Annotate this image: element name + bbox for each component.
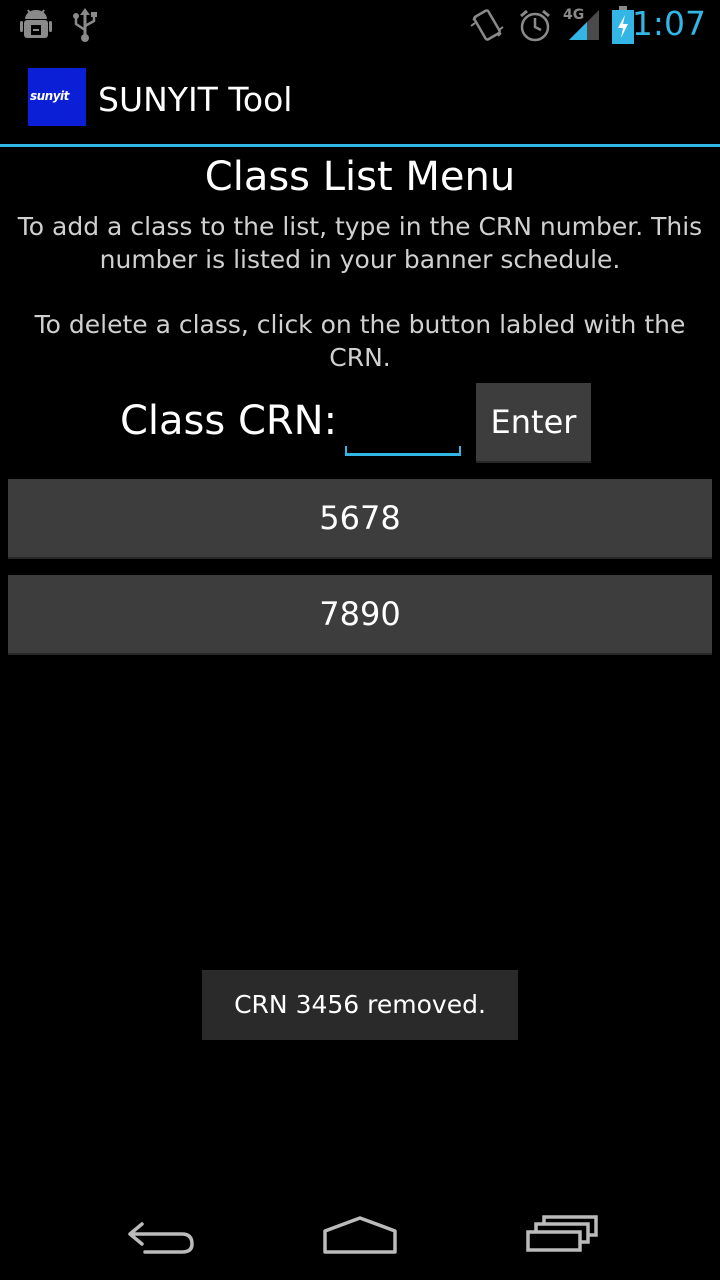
add-instructions: To add a class to the list, type in the … [17, 212, 703, 274]
crn-input-underline [345, 446, 461, 456]
class-crn-button[interactable]: 5678 [8, 479, 712, 559]
android-debug-icon [20, 8, 52, 46]
page-title: Class List Menu [204, 154, 516, 200]
recent-apps-icon [526, 1215, 598, 1252]
back-icon [128, 1222, 194, 1254]
alarm-icon [518, 8, 552, 48]
app-logo: sunyit [28, 68, 86, 126]
home-button[interactable] [310, 1204, 410, 1264]
nav-bar [0, 1184, 720, 1280]
crn-label: Class CRN: [120, 398, 338, 444]
network-type: 4G [563, 7, 585, 23]
usb-icon [72, 8, 98, 46]
status-bar: 4G 1:07 [0, 0, 720, 50]
toast-message: CRN 3456 removed. [202, 970, 518, 1040]
battery-charging-icon [612, 6, 634, 48]
vibrate-icon [470, 8, 504, 48]
recent-apps-button[interactable] [512, 1204, 612, 1264]
action-bar: sunyit SUNYIT Tool [0, 50, 720, 144]
back-button[interactable] [110, 1204, 210, 1264]
clock: 1:07 [631, 4, 706, 43]
app-logo-text: sunyit [30, 89, 69, 103]
app-title: SUNYIT Tool [98, 80, 293, 119]
class-crn-button[interactable]: 7890 [8, 575, 712, 655]
enter-button[interactable]: Enter [476, 383, 591, 463]
home-icon [323, 1216, 397, 1254]
action-bar-divider [0, 144, 720, 147]
delete-instructions: To delete a class, click on the button l… [34, 310, 686, 372]
